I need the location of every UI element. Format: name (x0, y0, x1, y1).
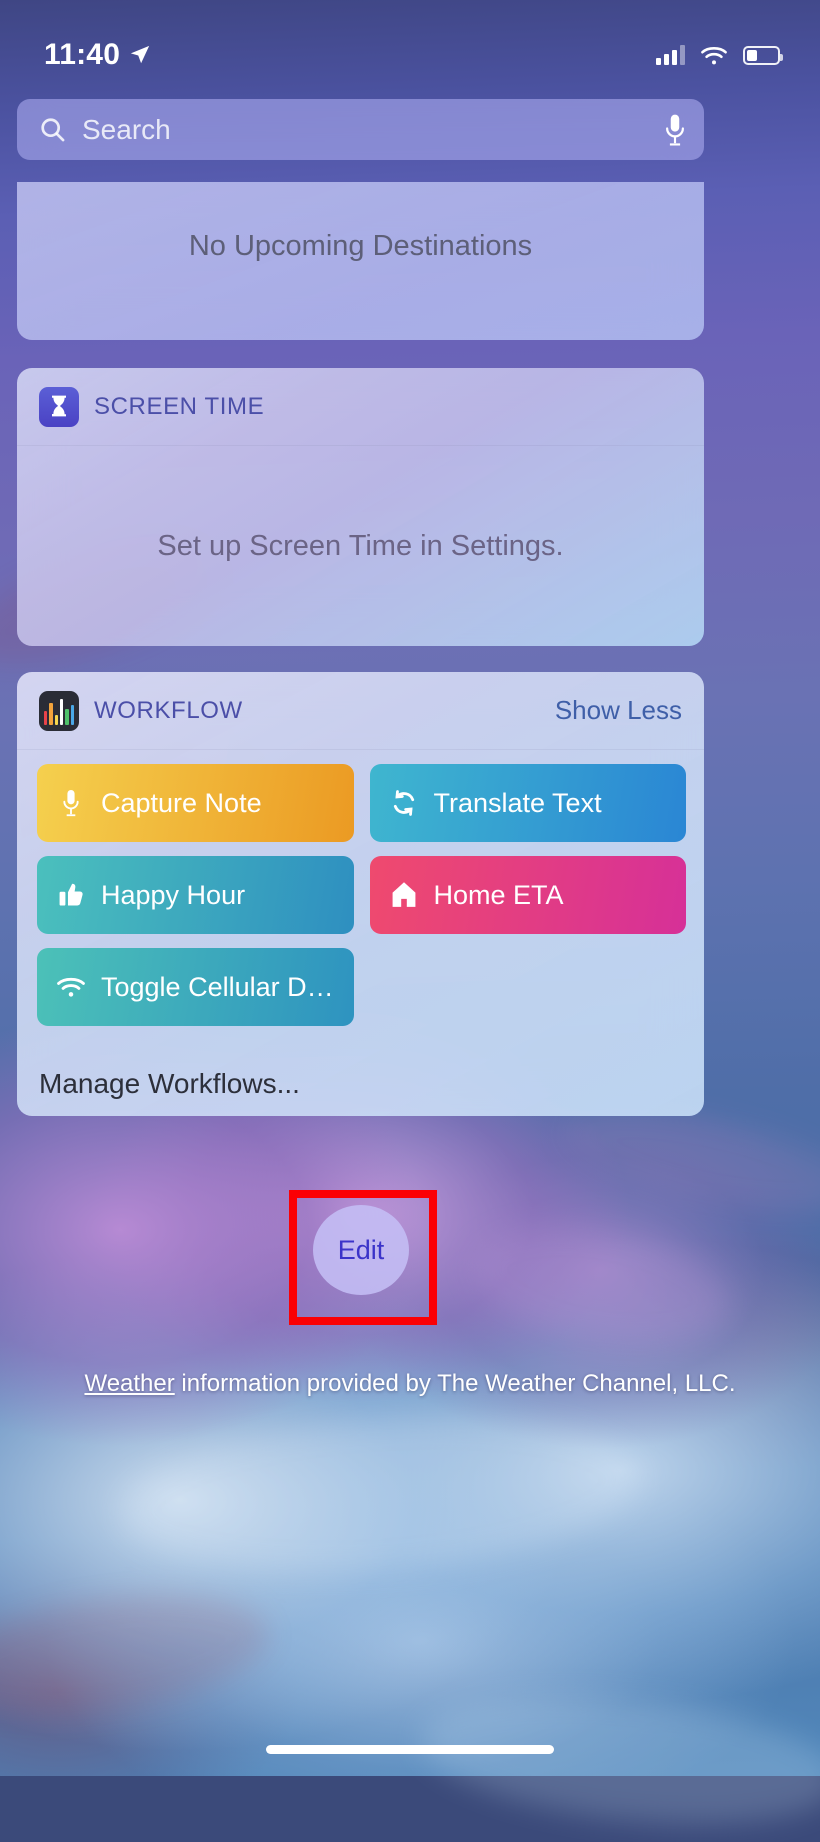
show-less-button[interactable]: Show Less (555, 695, 682, 726)
manage-workflows-button[interactable]: Manage Workflows... (39, 1068, 300, 1100)
microphone-icon[interactable] (664, 113, 686, 147)
widget-screen-time[interactable]: SCREEN TIME Set up Screen Time in Settin… (17, 368, 704, 646)
workflow-actions-grid: Capture Note Translate Text Happy Hour H… (17, 750, 704, 1026)
widget-workflow[interactable]: WORKFLOW Show Less Capture Note Translat… (17, 672, 704, 1116)
weather-attribution-text: information provided by The Weather Chan… (174, 1370, 736, 1397)
workflow-action-home-eta[interactable]: Home ETA (369, 856, 686, 934)
status-bar: 11:40 (0, 0, 820, 86)
workflow-action-label: Capture Note (101, 787, 262, 818)
search-input[interactable]: Search (82, 114, 664, 146)
workflow-app-icon (39, 690, 79, 731)
workflow-action-translate-text[interactable]: Translate Text (369, 764, 686, 842)
workflow-header: WORKFLOW Show Less (17, 672, 704, 750)
status-bar-right (656, 45, 783, 66)
workflow-title: WORKFLOW (94, 696, 243, 724)
workflow-action-label: Translate Text (433, 787, 602, 818)
battery-icon (743, 45, 783, 65)
location-arrow-icon (130, 45, 150, 64)
hourglass-icon (39, 386, 79, 427)
screen-time-message: Set up Screen Time in Settings. (157, 529, 564, 562)
clock: 11:40 (44, 38, 121, 71)
screen-time-header: SCREEN TIME (17, 368, 704, 446)
edit-button-label: Edit (337, 1234, 385, 1265)
thumbs-up-icon (55, 881, 87, 909)
wifi-icon (55, 975, 87, 999)
microphone-icon (55, 788, 87, 818)
edit-button[interactable]: Edit (313, 1205, 409, 1295)
screen-time-title: SCREEN TIME (94, 392, 265, 420)
workflow-action-label: Toggle Cellular D… (101, 971, 334, 1002)
workflow-action-label: Happy Hour (101, 879, 246, 910)
workflow-action-label: Home ETA (433, 879, 564, 910)
workflow-action-toggle-cellular-data[interactable]: Toggle Cellular D… (37, 948, 354, 1026)
refresh-icon (388, 789, 420, 817)
home-indicator[interactable] (266, 1745, 554, 1754)
status-bar-left: 11:40 (44, 38, 151, 72)
home-icon (388, 881, 420, 909)
search-bar[interactable]: Search (17, 99, 704, 160)
weather-attribution-link[interactable]: Weather (84, 1370, 174, 1397)
wifi-icon (701, 46, 727, 64)
search-icon (41, 118, 65, 142)
workflow-action-capture-note[interactable]: Capture Note (37, 764, 354, 842)
workflow-action-happy-hour[interactable]: Happy Hour (37, 856, 354, 934)
weather-attribution: Weather information provided by The Weat… (0, 1370, 820, 1398)
screen-time-body: Set up Screen Time in Settings. (17, 446, 704, 646)
widget-maps[interactable]: No Upcoming Destinations (17, 182, 704, 340)
maps-empty-message: No Upcoming Destinations (188, 230, 533, 262)
cellular-signal-icon (656, 45, 685, 65)
